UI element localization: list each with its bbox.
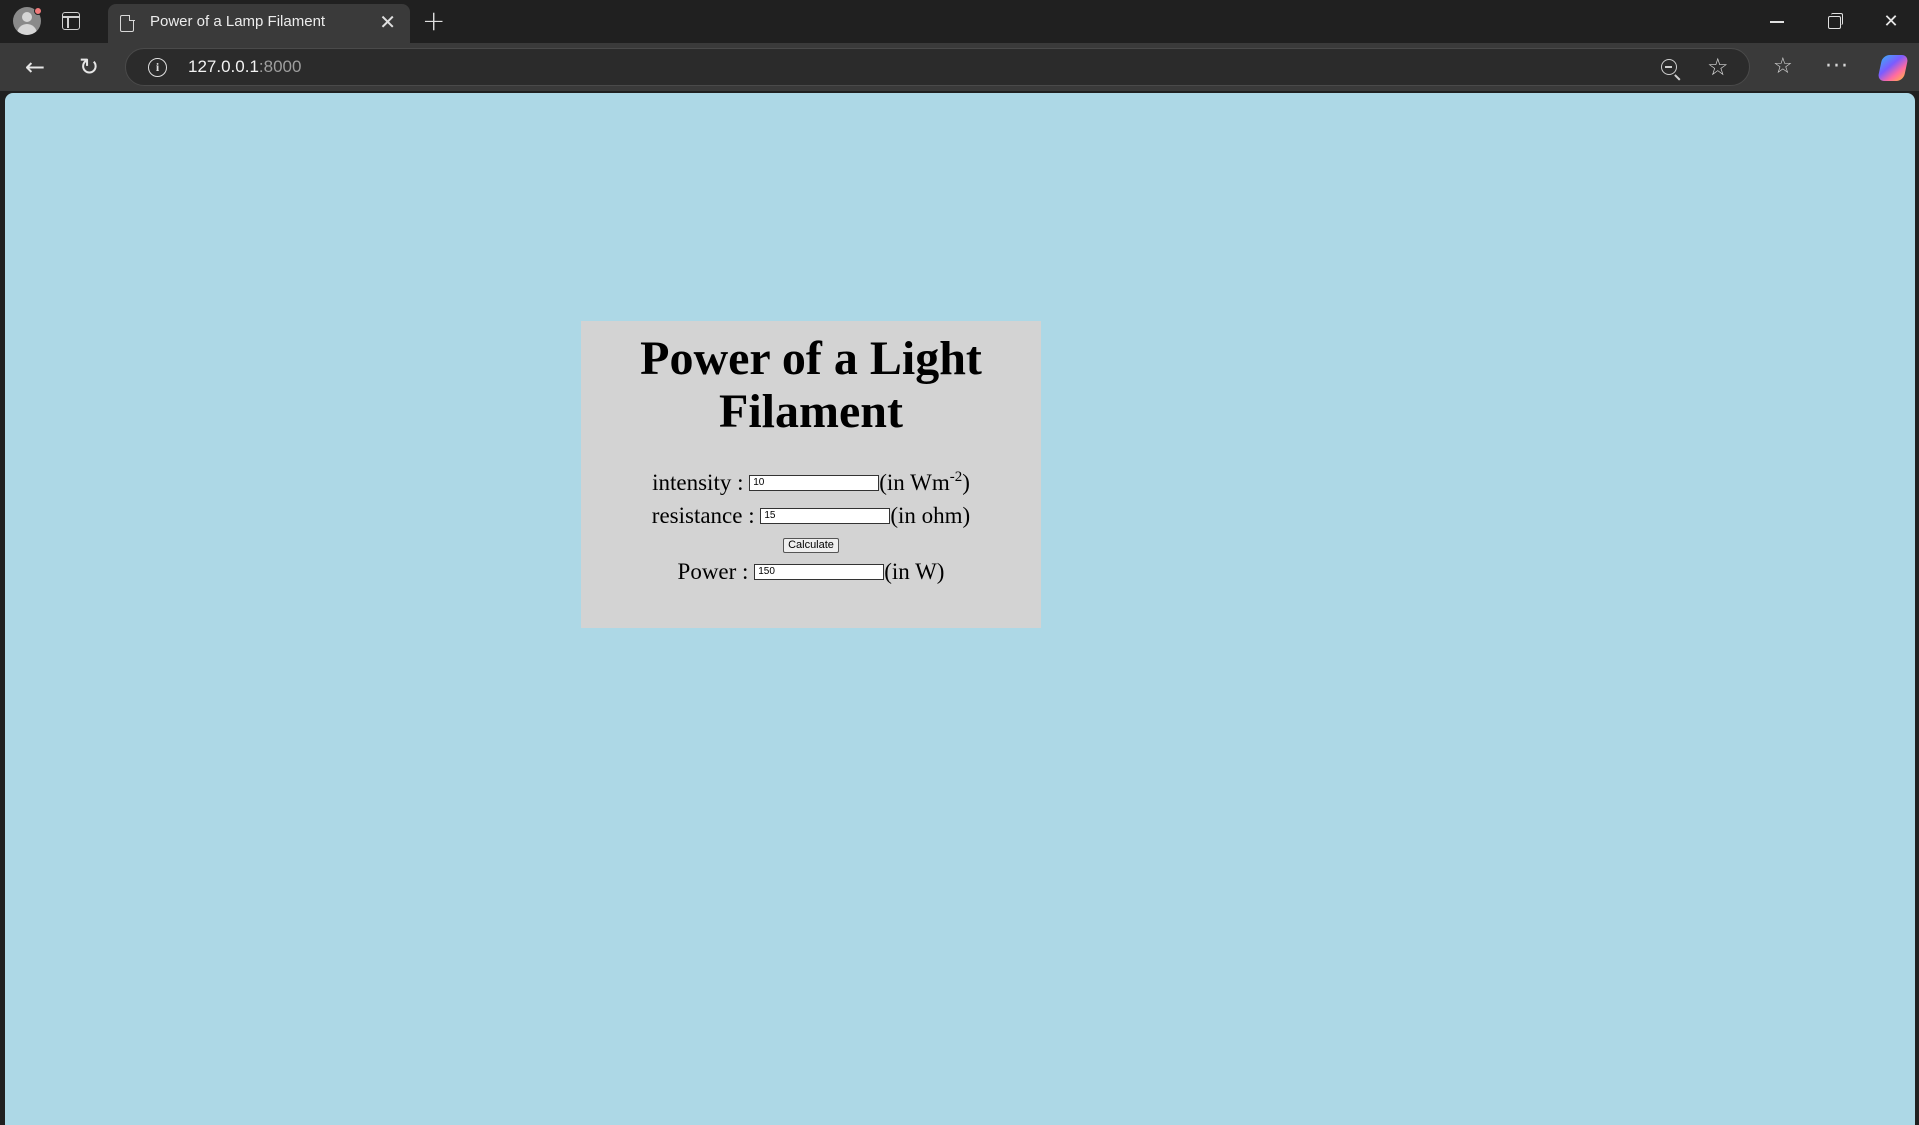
- favorite-star-icon[interactable]: ☆: [1707, 53, 1729, 81]
- close-tab-icon[interactable]: ✕: [379, 12, 396, 32]
- reload-icon[interactable]: ↻: [73, 51, 105, 83]
- url-text[interactable]: 127.0.0.1:8000: [188, 57, 301, 77]
- intensity-unit-exponent: -2: [949, 469, 963, 485]
- new-tab-icon[interactable]: +: [422, 5, 445, 37]
- resistance-input[interactable]: 15: [760, 507, 891, 524]
- more-options-icon[interactable]: ···: [1825, 53, 1849, 81]
- site-info-icon[interactable]: i: [148, 58, 167, 77]
- intensity-unit-prefix: (in Wm: [879, 470, 950, 495]
- power-unit: (in W): [884, 559, 945, 584]
- page-icon: [120, 14, 135, 32]
- power-output[interactable]: 150: [754, 563, 885, 580]
- title-bar: Power of a Lamp Filament ✕ + ✕: [0, 0, 1919, 43]
- copilot-icon[interactable]: [1877, 55, 1909, 81]
- restore-icon[interactable]: [1814, 7, 1854, 37]
- tab-actions-icon[interactable]: [62, 12, 80, 30]
- back-arrow-icon[interactable]: ←: [19, 51, 51, 83]
- resistance-unit: (in ohm): [890, 503, 971, 528]
- intensity-input[interactable]: 10: [749, 474, 880, 491]
- intensity-unit-suffix: ): [962, 470, 970, 495]
- resistance-label: resistance :: [651, 503, 761, 528]
- calculate-row: Calculate: [581, 533, 1041, 553]
- url-port: :8000: [258, 57, 302, 76]
- favorites-list-icon[interactable]: ☆: [1773, 53, 1793, 81]
- notification-dot-icon: [34, 7, 42, 15]
- browser-tab[interactable]: Power of a Lamp Filament ✕: [108, 4, 410, 43]
- page-title: Power of a Light Filament: [640, 332, 982, 438]
- url-host: 127.0.0.1: [188, 57, 259, 76]
- intensity-row: intensity : 10 (in Wm-2): [581, 469, 1041, 497]
- power-row: Power : 150 (in W): [581, 558, 1041, 586]
- page-viewport: Power of a Light Filament intensity : 10…: [5, 93, 1915, 1125]
- window-close-icon[interactable]: ✕: [1871, 7, 1911, 37]
- resistance-row: resistance : 15 (in ohm): [581, 502, 1041, 530]
- zoom-out-icon[interactable]: [1661, 59, 1677, 75]
- tab-title: Power of a Lamp Filament: [150, 13, 326, 30]
- browser-toolbar: ← ↻ i 127.0.0.1:8000 ☆ ☆ ···: [0, 43, 1919, 91]
- address-bar[interactable]: i 127.0.0.1:8000 ☆: [125, 48, 1750, 86]
- calculate-button[interactable]: Calculate: [783, 538, 839, 553]
- minimize-icon[interactable]: [1757, 7, 1797, 37]
- intensity-label: intensity :: [652, 470, 750, 495]
- calculator-card: Power of a Light Filament intensity : 10…: [581, 321, 1041, 628]
- power-label: Power :: [677, 559, 755, 584]
